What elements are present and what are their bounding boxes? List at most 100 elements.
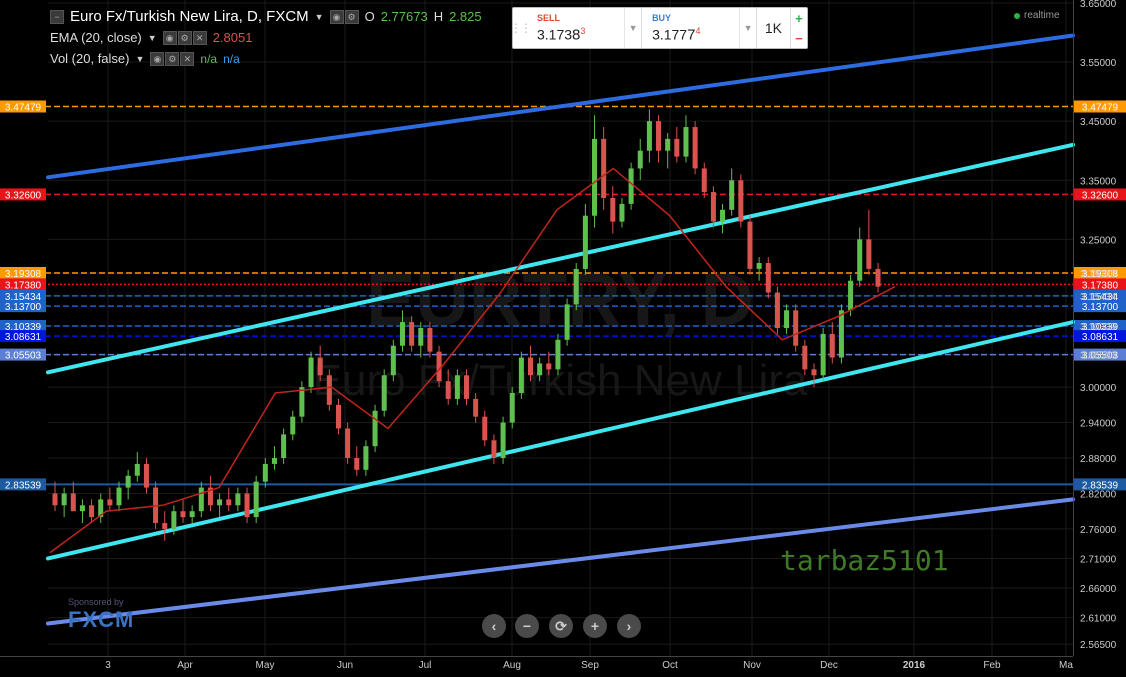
candle-body	[70, 493, 76, 512]
realtime-status: realtime	[1014, 10, 1060, 21]
candle-body	[710, 192, 716, 222]
candle-body	[701, 168, 707, 193]
candle-body	[637, 150, 643, 169]
vol-value-2: n/a	[223, 51, 240, 66]
candle-body	[564, 304, 570, 340]
trade-panel: ⋮⋮ SELL 3.17383 ▼ BUY 3.17774 ▼ 1K + −	[510, 7, 808, 49]
price-level-label-left: 3.19308	[5, 269, 42, 280]
vol-label[interactable]: Vol (20, false)	[50, 51, 130, 66]
candle-body	[107, 499, 113, 506]
drag-handle-icon[interactable]: ⋮⋮	[510, 8, 532, 48]
candle-body	[116, 487, 122, 506]
candle-body	[738, 180, 744, 222]
candle-body	[171, 511, 177, 529]
candle-body	[555, 339, 561, 370]
increase-button[interactable]: +	[791, 8, 807, 28]
candle-body	[774, 292, 780, 328]
price-level-label-left: 3.32600	[5, 190, 42, 201]
close-icon[interactable]: ✕	[192, 30, 207, 45]
candle-body	[52, 493, 58, 506]
reset-button[interactable]: ⟳	[549, 614, 573, 638]
candle-body	[546, 363, 552, 370]
buy-label: BUY	[652, 13, 672, 23]
high-value: 2.825	[449, 9, 482, 24]
candle-body	[271, 458, 277, 464]
symbol-title[interactable]: Euro Fx/Turkish New Lira, D, FXCM	[70, 8, 309, 25]
price-axis-panel[interactable]	[1073, 0, 1126, 656]
ema-label[interactable]: EMA (20, close)	[50, 30, 142, 45]
candle-body	[61, 493, 67, 506]
candle-body	[692, 127, 698, 169]
close-icon[interactable]: ✕	[180, 51, 195, 66]
candle-body	[317, 357, 323, 376]
candle-body	[747, 221, 753, 269]
eye-icon[interactable]: ◉	[150, 51, 165, 66]
candle-body	[198, 487, 204, 512]
candle-body	[354, 458, 360, 470]
candle-body	[582, 215, 588, 269]
zoom-out-button[interactable]: −	[515, 614, 539, 638]
price-level-label-left: 3.05503	[5, 351, 42, 362]
eye-icon[interactable]: ◉	[162, 30, 177, 45]
scroll-right-button[interactable]: ›	[617, 614, 641, 638]
zoom-in-button[interactable]: +	[583, 614, 607, 638]
candle-body	[656, 121, 662, 151]
candle-body	[811, 369, 817, 376]
candle-body	[500, 422, 506, 459]
candle-body	[418, 328, 424, 346]
candle-body	[125, 475, 131, 488]
fxcm-logo: FXCM	[68, 607, 135, 632]
ema-legend: EMA (20, close) ▼ ◉ ⚙ ✕ 2.8051	[50, 30, 252, 45]
gear-icon[interactable]: ⚙	[344, 9, 359, 24]
candle-body	[756, 262, 762, 269]
chevron-down-icon[interactable]: ▼	[136, 54, 145, 64]
buy-button[interactable]: BUY 3.17774 ▼	[642, 8, 758, 48]
candle-body	[491, 440, 497, 459]
volume-legend: Vol (20, false) ▼ ◉ ⚙ ✕ n/a n/a	[50, 51, 240, 66]
candle-body	[244, 493, 250, 518]
candle-body	[601, 138, 607, 198]
high-label: H	[433, 9, 444, 24]
time-axis-panel[interactable]	[0, 656, 1073, 677]
open-label: O	[364, 9, 375, 24]
price-level-label-left: 2.83539	[5, 480, 42, 491]
buy-price: 3.17774	[652, 26, 701, 44]
candle-body	[720, 209, 726, 222]
price-level-label-left: 3.08631	[5, 332, 42, 343]
buy-dropdown-icon[interactable]: ▼	[739, 8, 756, 48]
sponsor-logo[interactable]: Sponsored by FXCM	[68, 597, 134, 633]
candle-body	[345, 428, 351, 459]
chevron-down-icon[interactable]: ▼	[315, 12, 324, 22]
scroll-left-button[interactable]: ‹	[482, 614, 506, 638]
candle-body	[646, 121, 652, 151]
price-chart[interactable]: EURTRY, D Euro Fx/Turkish New Lira 3.474…	[0, 0, 1126, 676]
eye-icon[interactable]: ◉	[329, 9, 344, 24]
chevron-down-icon[interactable]: ▼	[148, 33, 157, 43]
candle-body	[463, 375, 470, 399]
candle-body	[665, 138, 671, 151]
candle-body	[527, 357, 534, 376]
quantity-field[interactable]: 1K	[757, 8, 791, 48]
candle-body	[381, 375, 387, 411]
sponsor-caption: Sponsored by	[68, 597, 124, 607]
candle-body	[399, 322, 406, 346]
sell-button[interactable]: SELL 3.17383 ▼	[527, 8, 643, 48]
sell-dropdown-icon[interactable]: ▼	[624, 8, 641, 48]
candle-body	[610, 197, 616, 222]
candle-body	[592, 138, 598, 216]
candle-body	[335, 404, 341, 429]
candle-body	[857, 239, 863, 281]
decrease-button[interactable]: −	[791, 28, 807, 48]
candle-body	[875, 268, 881, 287]
vol-controls: ◉ ⚙ ✕	[150, 51, 195, 66]
candle-body	[829, 333, 835, 358]
candle-body	[290, 416, 296, 435]
status-dot-icon	[1014, 12, 1020, 19]
gear-icon[interactable]: ⚙	[177, 30, 192, 45]
collapse-icon[interactable]: −	[50, 9, 64, 24]
candle-body	[134, 463, 140, 476]
candle-body	[409, 322, 415, 346]
sell-price: 3.17383	[537, 26, 586, 44]
gear-icon[interactable]: ⚙	[165, 51, 180, 66]
price-level-label-left: 3.13700	[5, 302, 42, 313]
